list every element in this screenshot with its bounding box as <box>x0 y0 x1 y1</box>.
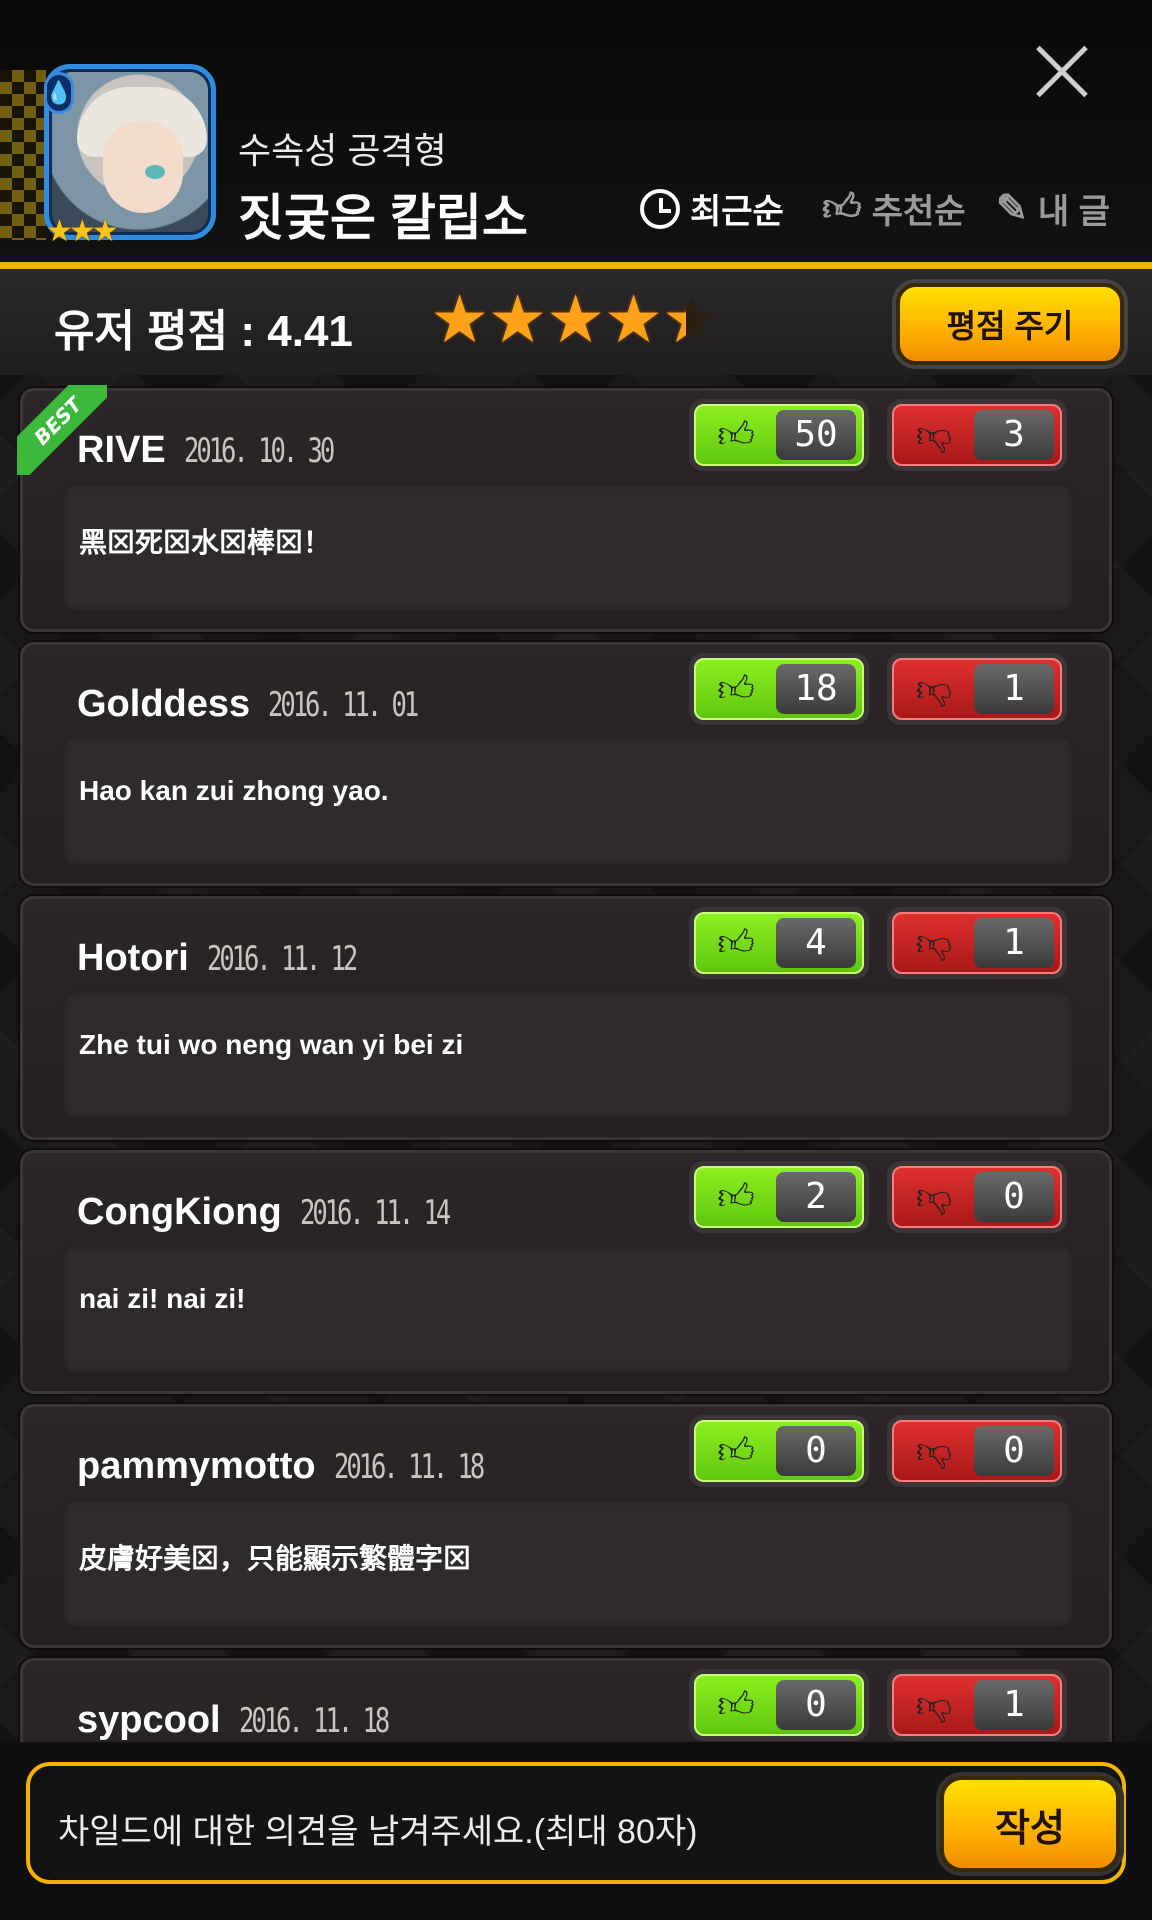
star-icon: ★★ <box>546 281 606 358</box>
thumbs-down-icon: 👎︎ <box>915 1177 953 1218</box>
rating-stars: ★★★★★★★★★★ <box>430 281 722 358</box>
review-date: 2016. 11. 18 <box>238 1701 390 1741</box>
review-body: Hao kan zui zhong yao. <box>63 737 1073 865</box>
downvote-count: 3 <box>974 410 1054 460</box>
review-text: 皮膚好美⊠，只能顯示繁體字⊠ <box>79 1543 472 1574</box>
tab-my-posts[interactable]: ✎ 내 글 <box>996 184 1110 233</box>
close-button[interactable] <box>1034 44 1090 100</box>
child-name: 짓궂은 칼립소 <box>238 190 528 246</box>
comment-bar: 차일드에 대한 의견을 남겨주세요.(최대 80자) 작성 <box>0 1742 1152 1920</box>
upvote-button[interactable]: 👍︎ 4 <box>689 907 869 979</box>
review-date: 2016. 11. 01 <box>268 685 419 725</box>
upvote-count: 0 <box>776 1680 856 1730</box>
upvote-count: 50 <box>776 410 856 460</box>
header: 💧 ★★★ 수속성 공격형 짓궂은 칼립소 최근순 👍︎ 추천순 ✎ 내 글 <box>0 0 1152 262</box>
review-user: RIVE 2016. 10. 30 <box>77 429 335 471</box>
review-card: BEST RIVE 2016. 10. 30 👍︎ 50 👎︎ 3 黑⊠死⊠水⊠棒⊠！ <box>17 385 1112 632</box>
review-list[interactable]: BEST RIVE 2016. 10. 30 👍︎ 50 👎︎ 3 黑⊠死⊠水⊠棒⊠！ Gold… <box>0 380 1152 1742</box>
comment-input[interactable]: 차일드에 대한 의견을 남겨주세요.(최대 80자) 작성 <box>26 1762 1126 1884</box>
downvote-count: 0 <box>974 1426 1054 1476</box>
review-body: nai zi! nai zi! <box>63 1245 1073 1373</box>
downvote-button[interactable]: 👎︎ 1 <box>887 907 1067 979</box>
upvote-count: 18 <box>776 664 856 714</box>
review-date: 2016. 11. 18 <box>333 1447 485 1487</box>
upvote-button[interactable]: 👍︎ 50 <box>689 399 869 471</box>
review-card: Hotori 2016. 11. 12 👍︎ 4 👎︎ 1 Zhe tui wo neng … <box>20 896 1112 1140</box>
thumbs-up-icon: 👍︎ <box>717 415 755 456</box>
comment-placeholder: 차일드에 대한 의견을 남겨주세요.(최대 80자) <box>58 1813 698 1851</box>
checker-decoration <box>0 70 46 240</box>
child-attribute: 수속성 공격형 <box>238 130 447 171</box>
star-icon: ★★ <box>604 281 664 358</box>
downvote-button[interactable]: 👎︎ 0 <box>887 1415 1067 1487</box>
review-date: 2016. 11. 14 <box>299 1193 451 1233</box>
write-button[interactable]: 작성 <box>940 1776 1120 1872</box>
tab-recent[interactable]: 최근순 <box>640 184 784 233</box>
thumbs-up-icon: 👍︎ <box>717 1685 755 1726</box>
upvote-count: 2 <box>776 1172 856 1222</box>
review-card: pammymotto 2016. 11. 18 👍︎ 0 👎︎ 0 皮膚好美⊠，只能顯示繁體… <box>20 1404 1112 1648</box>
review-card: Golddess 2016. 11. 01 👍︎ 18 👎︎ 1 Hao kan zui z… <box>20 642 1112 886</box>
review-card: sypcool 2016. 11. 18 👍︎ 0 👎︎ 1 <box>20 1658 1112 1742</box>
water-element-icon: 💧 <box>44 72 74 114</box>
downvote-count: 0 <box>974 1172 1054 1222</box>
rating-bar: 유저 평점 : 4.41 ★★★★★★★★★★ 평점 주기 <box>0 269 1152 375</box>
downvote-count: 1 <box>974 918 1054 968</box>
give-rating-button[interactable]: 평점 주기 <box>896 283 1124 365</box>
downvote-count: 1 <box>974 664 1054 714</box>
review-text: nai zi! nai zi! <box>79 1283 246 1314</box>
upvote-button[interactable]: 👍︎ 2 <box>689 1161 869 1233</box>
review-user: Hotori 2016. 11. 12 <box>77 937 358 979</box>
thumbs-down-icon: 👎︎ <box>915 669 953 710</box>
upvote-button[interactable]: 👍︎ 0 <box>689 1669 869 1741</box>
downvote-button[interactable]: 👎︎ 3 <box>887 399 1067 471</box>
review-body: Zhe tui wo neng wan yi bei zi <box>63 991 1073 1119</box>
review-card: CongKiong 2016. 11. 14 👍︎ 2 👎︎ 0 nai zi! nai z… <box>20 1150 1112 1394</box>
review-text: 黑⊠死⊠水⊠棒⊠！ <box>79 527 332 558</box>
upvote-count: 4 <box>776 918 856 968</box>
review-body: 黑⊠死⊠水⊠棒⊠！ <box>63 483 1073 611</box>
review-user: Golddess 2016. 11. 01 <box>77 683 419 725</box>
review-body: 皮膚好美⊠，只能顯示繁體字⊠ <box>63 1499 1073 1627</box>
upvote-button[interactable]: 👍︎ 18 <box>689 653 869 725</box>
upvote-count: 0 <box>776 1426 856 1476</box>
thumbs-down-icon: 👎︎ <box>915 415 953 456</box>
downvote-button[interactable]: 👎︎ 1 <box>887 1669 1067 1741</box>
downvote-count: 1 <box>974 1680 1054 1730</box>
review-text: Hao kan zui zhong yao. <box>79 775 389 806</box>
downvote-button[interactable]: 👎︎ 0 <box>887 1161 1067 1233</box>
star-icon: ★★ <box>488 281 548 358</box>
downvote-button[interactable]: 👎︎ 1 <box>887 653 1067 725</box>
tab-recommended[interactable]: 👍︎ 추천순 <box>822 184 966 233</box>
star-icon: ★★ <box>430 281 490 358</box>
tab-recommended-label: 추천순 <box>871 193 966 231</box>
pencil-icon: ✎ <box>996 188 1028 230</box>
review-user: pammymotto 2016. 11. 18 <box>77 1445 485 1487</box>
clock-icon <box>640 188 680 229</box>
review-date: 2016. 10. 30 <box>183 431 335 471</box>
thumbs-down-icon: 👎︎ <box>915 1431 953 1472</box>
thumbs-up-icon: 👍︎ <box>822 187 862 229</box>
thumbs-up-icon: 👍︎ <box>717 1177 755 1218</box>
review-user: CongKiong 2016. 11. 14 <box>77 1191 451 1233</box>
review-date: 2016. 11. 12 <box>206 939 358 979</box>
star-icon: ★★ <box>662 281 722 358</box>
review-user: sypcool 2016. 11. 18 <box>77 1699 390 1741</box>
user-rating-label: 유저 평점 : 4.41 <box>54 307 353 356</box>
thumbs-up-icon: 👍︎ <box>717 1431 755 1472</box>
header-divider <box>0 262 1152 269</box>
thumbs-up-icon: 👍︎ <box>717 669 755 710</box>
review-text: Zhe tui wo neng wan yi bei zi <box>79 1029 464 1060</box>
upvote-button[interactable]: 👍︎ 0 <box>689 1415 869 1487</box>
thumbs-down-icon: 👎︎ <box>915 923 953 964</box>
thumbs-up-icon: 👍︎ <box>717 923 755 964</box>
thumbs-down-icon: 👎︎ <box>915 1685 953 1726</box>
portrait-star-rank: ★★★ <box>46 214 119 249</box>
tab-recent-label: 최근순 <box>690 193 784 231</box>
tab-my-posts-label: 내 글 <box>1037 193 1110 231</box>
